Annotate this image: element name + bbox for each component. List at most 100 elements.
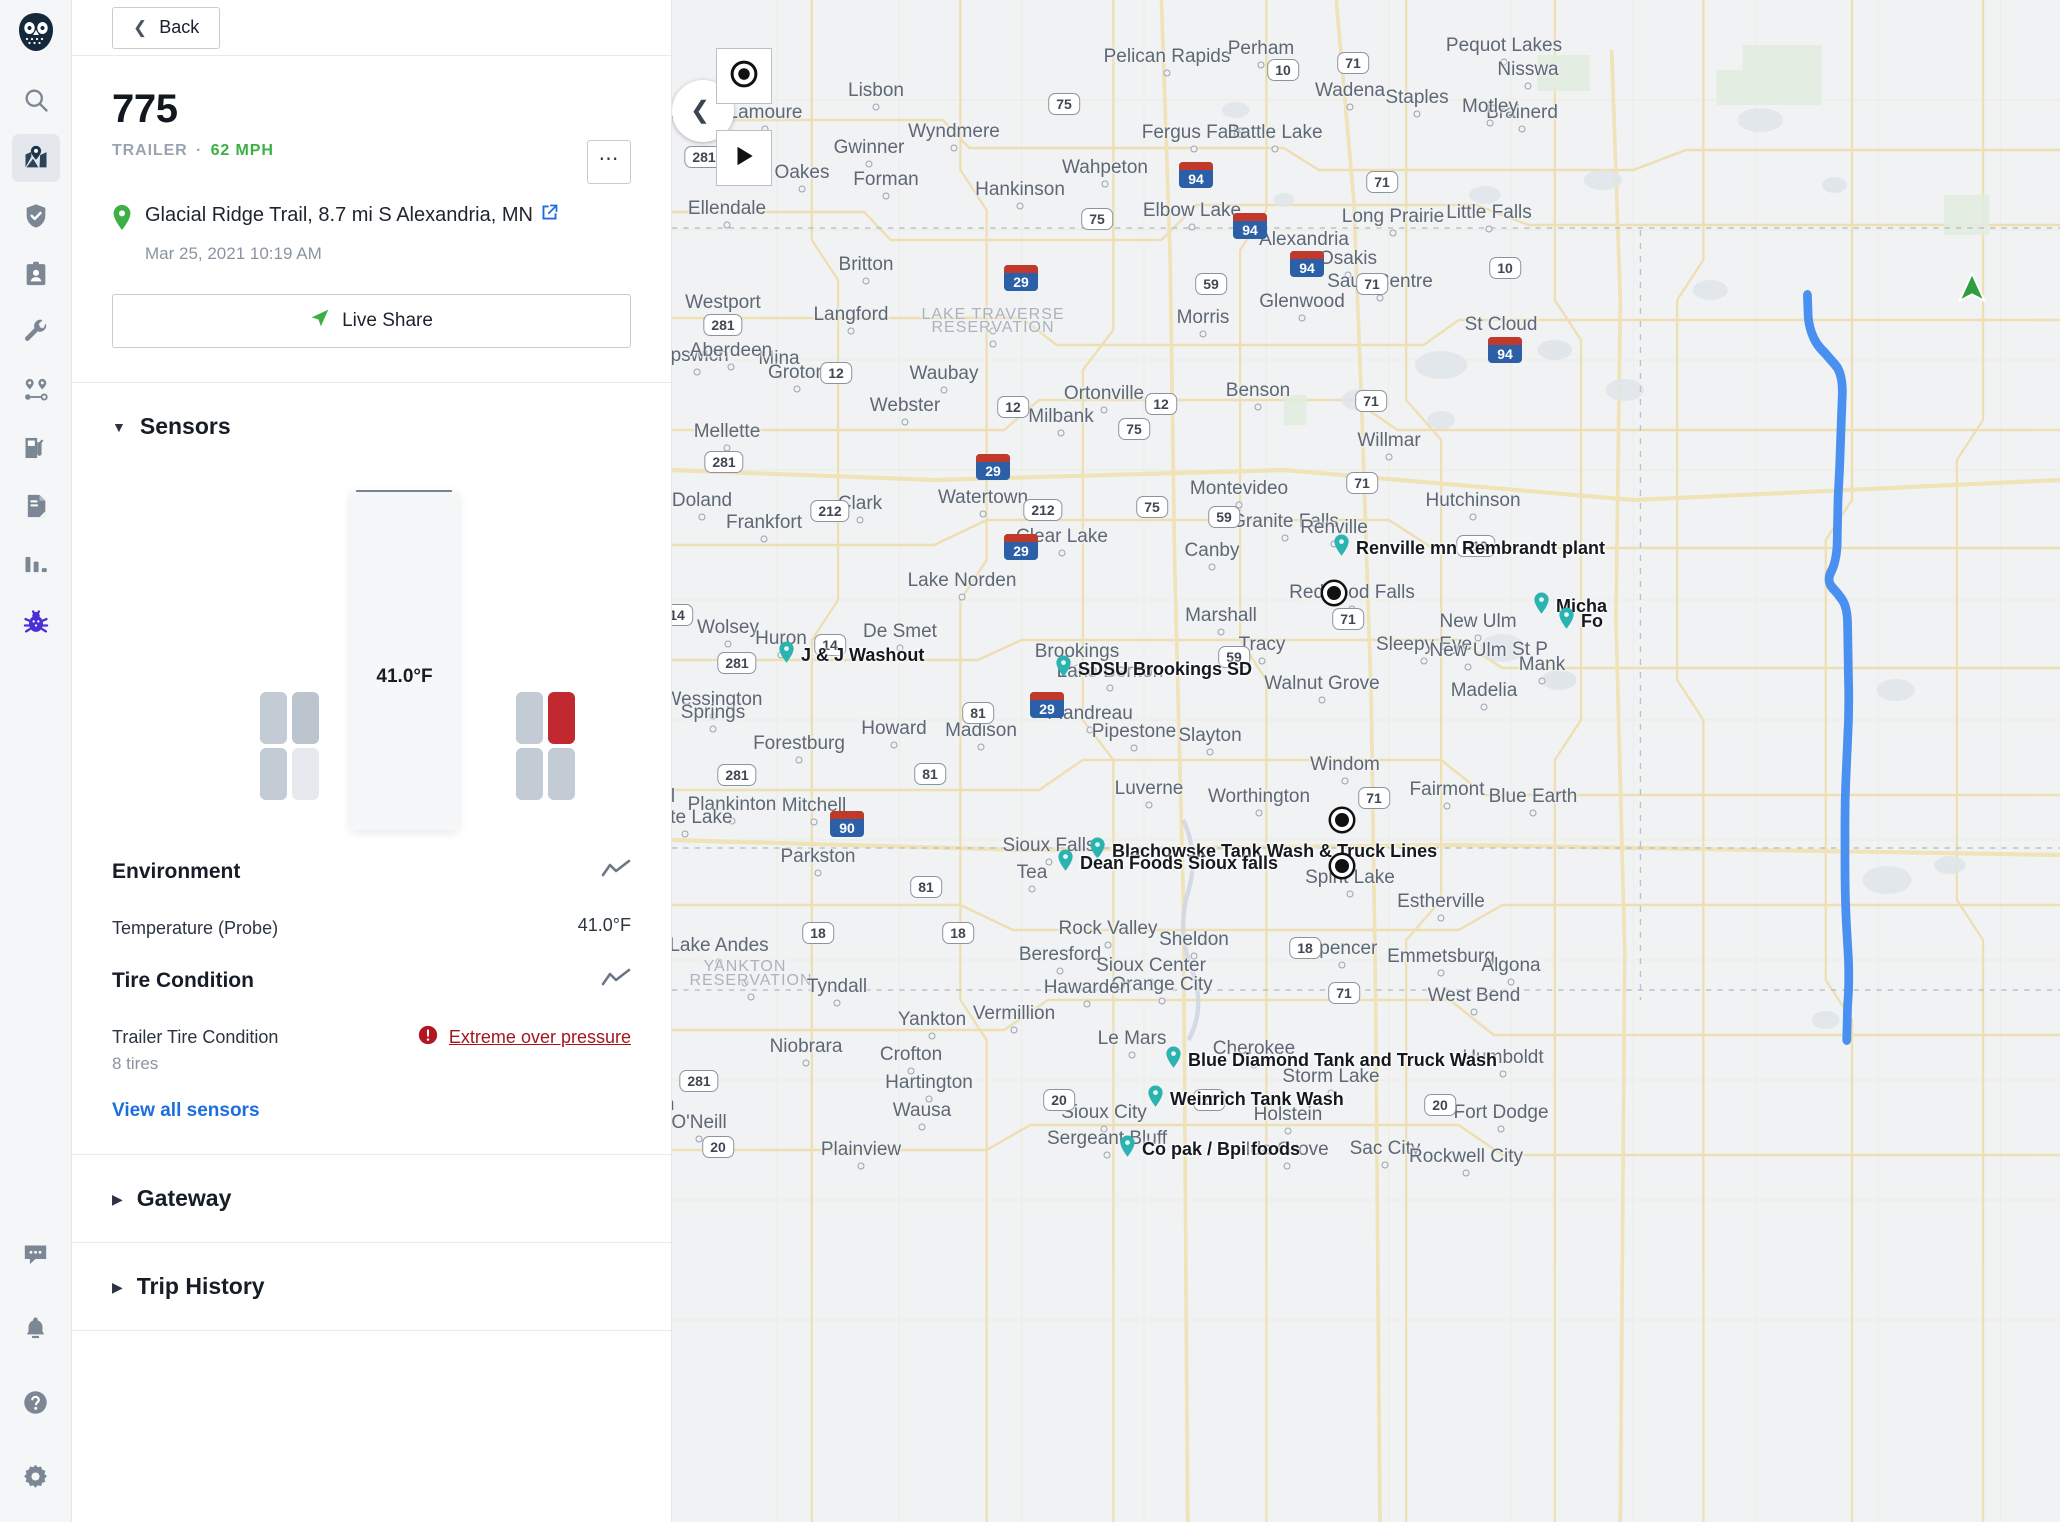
map-city-dot [795, 756, 803, 764]
map-city-dot [977, 743, 985, 751]
us-highway-shield-icon: 20 [1424, 1094, 1456, 1116]
us-highway-shield-icon: 81 [914, 763, 946, 785]
map-city-dot [901, 418, 909, 426]
sidebar-item-messages[interactable] [12, 1230, 60, 1278]
map-city-label: Ortonville [1063, 383, 1145, 404]
map-city-dot [1413, 110, 1421, 118]
trend-line-icon[interactable] [601, 858, 631, 885]
sidebar-item-safety[interactable] [12, 192, 60, 240]
map-city-dot [1028, 885, 1036, 893]
map-city-dot [865, 160, 873, 168]
map-city-dot [918, 1123, 926, 1131]
gateway-section-header[interactable]: ▶ Gateway [72, 1155, 671, 1242]
us-highway-shield-icon: 81 [910, 876, 942, 898]
map-city-label: Pipestone [1091, 721, 1177, 742]
search-icon [22, 86, 50, 114]
sidebar-item-help[interactable] [12, 1378, 60, 1426]
map-city-dot [724, 640, 732, 648]
map-city-dot [1538, 677, 1546, 685]
us-highway-shield-icon: 75 [1136, 496, 1168, 518]
map-poi-marker[interactable]: Dean Foods Sioux falls [1057, 849, 1278, 877]
map-poi-marker[interactable]: SDSU Brookings SD [1055, 655, 1252, 683]
us-highway-shield-icon: 18 [942, 922, 974, 944]
map-city-label: Wolsey [697, 617, 759, 638]
map-poi-marker[interactable]: Weinrich Tank Wash [1147, 1085, 1344, 1113]
map-city-label: Watertown [937, 487, 1029, 508]
map-poi-marker[interactable]: Blue Diamond Tank and Truck Wash [1165, 1046, 1497, 1074]
route-waypoint-marker[interactable] [1323, 582, 1345, 604]
tire-left-front-outer[interactable] [260, 692, 287, 744]
map-city-label: Wyndmere [908, 121, 1000, 142]
vehicle-position-marker[interactable] [1954, 270, 1990, 311]
asset-subtitle: TRAILER · 62 MPH [112, 142, 631, 160]
map-city-label: Forestburg [753, 733, 845, 754]
map-city-label: O'Neill [672, 1112, 727, 1133]
status-badge[interactable]: Extreme over pressure [417, 1024, 631, 1051]
map-city-dot [847, 327, 855, 335]
back-button[interactable]: ❮ Back [112, 6, 221, 49]
map-recenter-button[interactable] [716, 48, 772, 104]
map-city-dot [1469, 513, 1477, 521]
tire-right-front-outer[interactable] [548, 692, 575, 744]
map-city-dot [862, 277, 870, 285]
map-poi-marker[interactable]: J & J Washout [778, 641, 924, 669]
map-poi-marker[interactable]: Fo [1558, 607, 1603, 635]
map-city-dot [1217, 628, 1225, 636]
external-link-icon[interactable] [539, 202, 560, 228]
map-poi-marker[interactable]: Renville mn Rembrandt plant [1333, 534, 1605, 562]
sidebar-item-drivers[interactable] [12, 250, 60, 298]
poi-label: SDSU Brookings SD [1078, 658, 1253, 679]
navigation-arrow-icon [310, 308, 330, 334]
play-triangle-icon [731, 143, 757, 174]
back-button-label: Back [159, 17, 200, 37]
tire-right-rear-inner[interactable] [516, 748, 543, 800]
route-waypoint-marker[interactable] [1331, 855, 1353, 877]
tire-left-rear-inner[interactable] [292, 748, 319, 800]
sensors-section-header[interactable]: ▼ Sensors [72, 383, 671, 470]
tire-right-rear-outer[interactable] [548, 748, 575, 800]
tire-right-front-inner[interactable] [516, 692, 543, 744]
map-city-label: Westport [685, 292, 761, 313]
trend-line-icon[interactable] [601, 967, 631, 994]
map-poi-marker[interactable]: Co pak / Bpi foods [1119, 1135, 1300, 1163]
map-play-trip-button[interactable] [716, 130, 772, 186]
map-city-dot [1420, 657, 1428, 665]
sidebar-item-documents[interactable] [12, 482, 60, 530]
sidebar-item-fuel[interactable] [12, 424, 60, 472]
poi-label: Fo [1581, 610, 1603, 631]
sidebar-item-maintenance[interactable] [12, 308, 60, 356]
map-city-dot [1257, 61, 1265, 69]
map-city-label: Tea [1016, 862, 1048, 883]
poi-label: J & J Washout [801, 644, 925, 665]
map-city-dot [810, 818, 818, 826]
sidebar-item-notifications[interactable] [12, 1304, 60, 1352]
tire-left-rear-outer[interactable] [260, 748, 287, 800]
map-city-dot [760, 535, 768, 543]
tire-left-front-inner[interactable] [292, 692, 319, 744]
us-highway-shield-icon: 281 [679, 1070, 719, 1092]
owl-logo-icon[interactable] [14, 10, 58, 54]
bug-icon [22, 608, 50, 636]
map-city-label: Mellette [693, 421, 761, 442]
sidebar-item-search[interactable] [12, 76, 60, 124]
map-canvas[interactable]: ❮ Pelican Rapids Perham Pequot Lakes Nisswa… [672, 0, 2060, 1522]
chat-bubble-icon [22, 1241, 49, 1268]
sidebar-item-routes[interactable] [12, 366, 60, 414]
sidebar-item-map[interactable] [11, 134, 60, 182]
map-city-dot [1057, 429, 1065, 437]
live-share-button[interactable]: Live Share [112, 294, 631, 348]
sidebar-item-settings[interactable] [12, 1452, 60, 1500]
map-city-label: Webster [869, 395, 941, 416]
sidebar-item-debug[interactable] [12, 598, 60, 646]
gateway-section: ▶ Gateway [72, 1155, 671, 1244]
view-all-sensors-link[interactable]: View all sensors [112, 1100, 631, 1122]
us-highway-shield-icon: 75 [1118, 418, 1150, 440]
map-city-label: Fort Dodge [1453, 1102, 1549, 1123]
route-waypoint-marker[interactable] [1331, 809, 1353, 831]
trip-history-section-header[interactable]: ▶ Trip History [72, 1243, 671, 1330]
map-city-label: West Bend [1427, 985, 1521, 1006]
more-options-button[interactable]: ⋯ [587, 140, 631, 184]
map-city-label: Britton [838, 254, 894, 275]
gateway-section-title: Gateway [136, 1185, 232, 1212]
sidebar-item-reports[interactable] [12, 540, 60, 588]
